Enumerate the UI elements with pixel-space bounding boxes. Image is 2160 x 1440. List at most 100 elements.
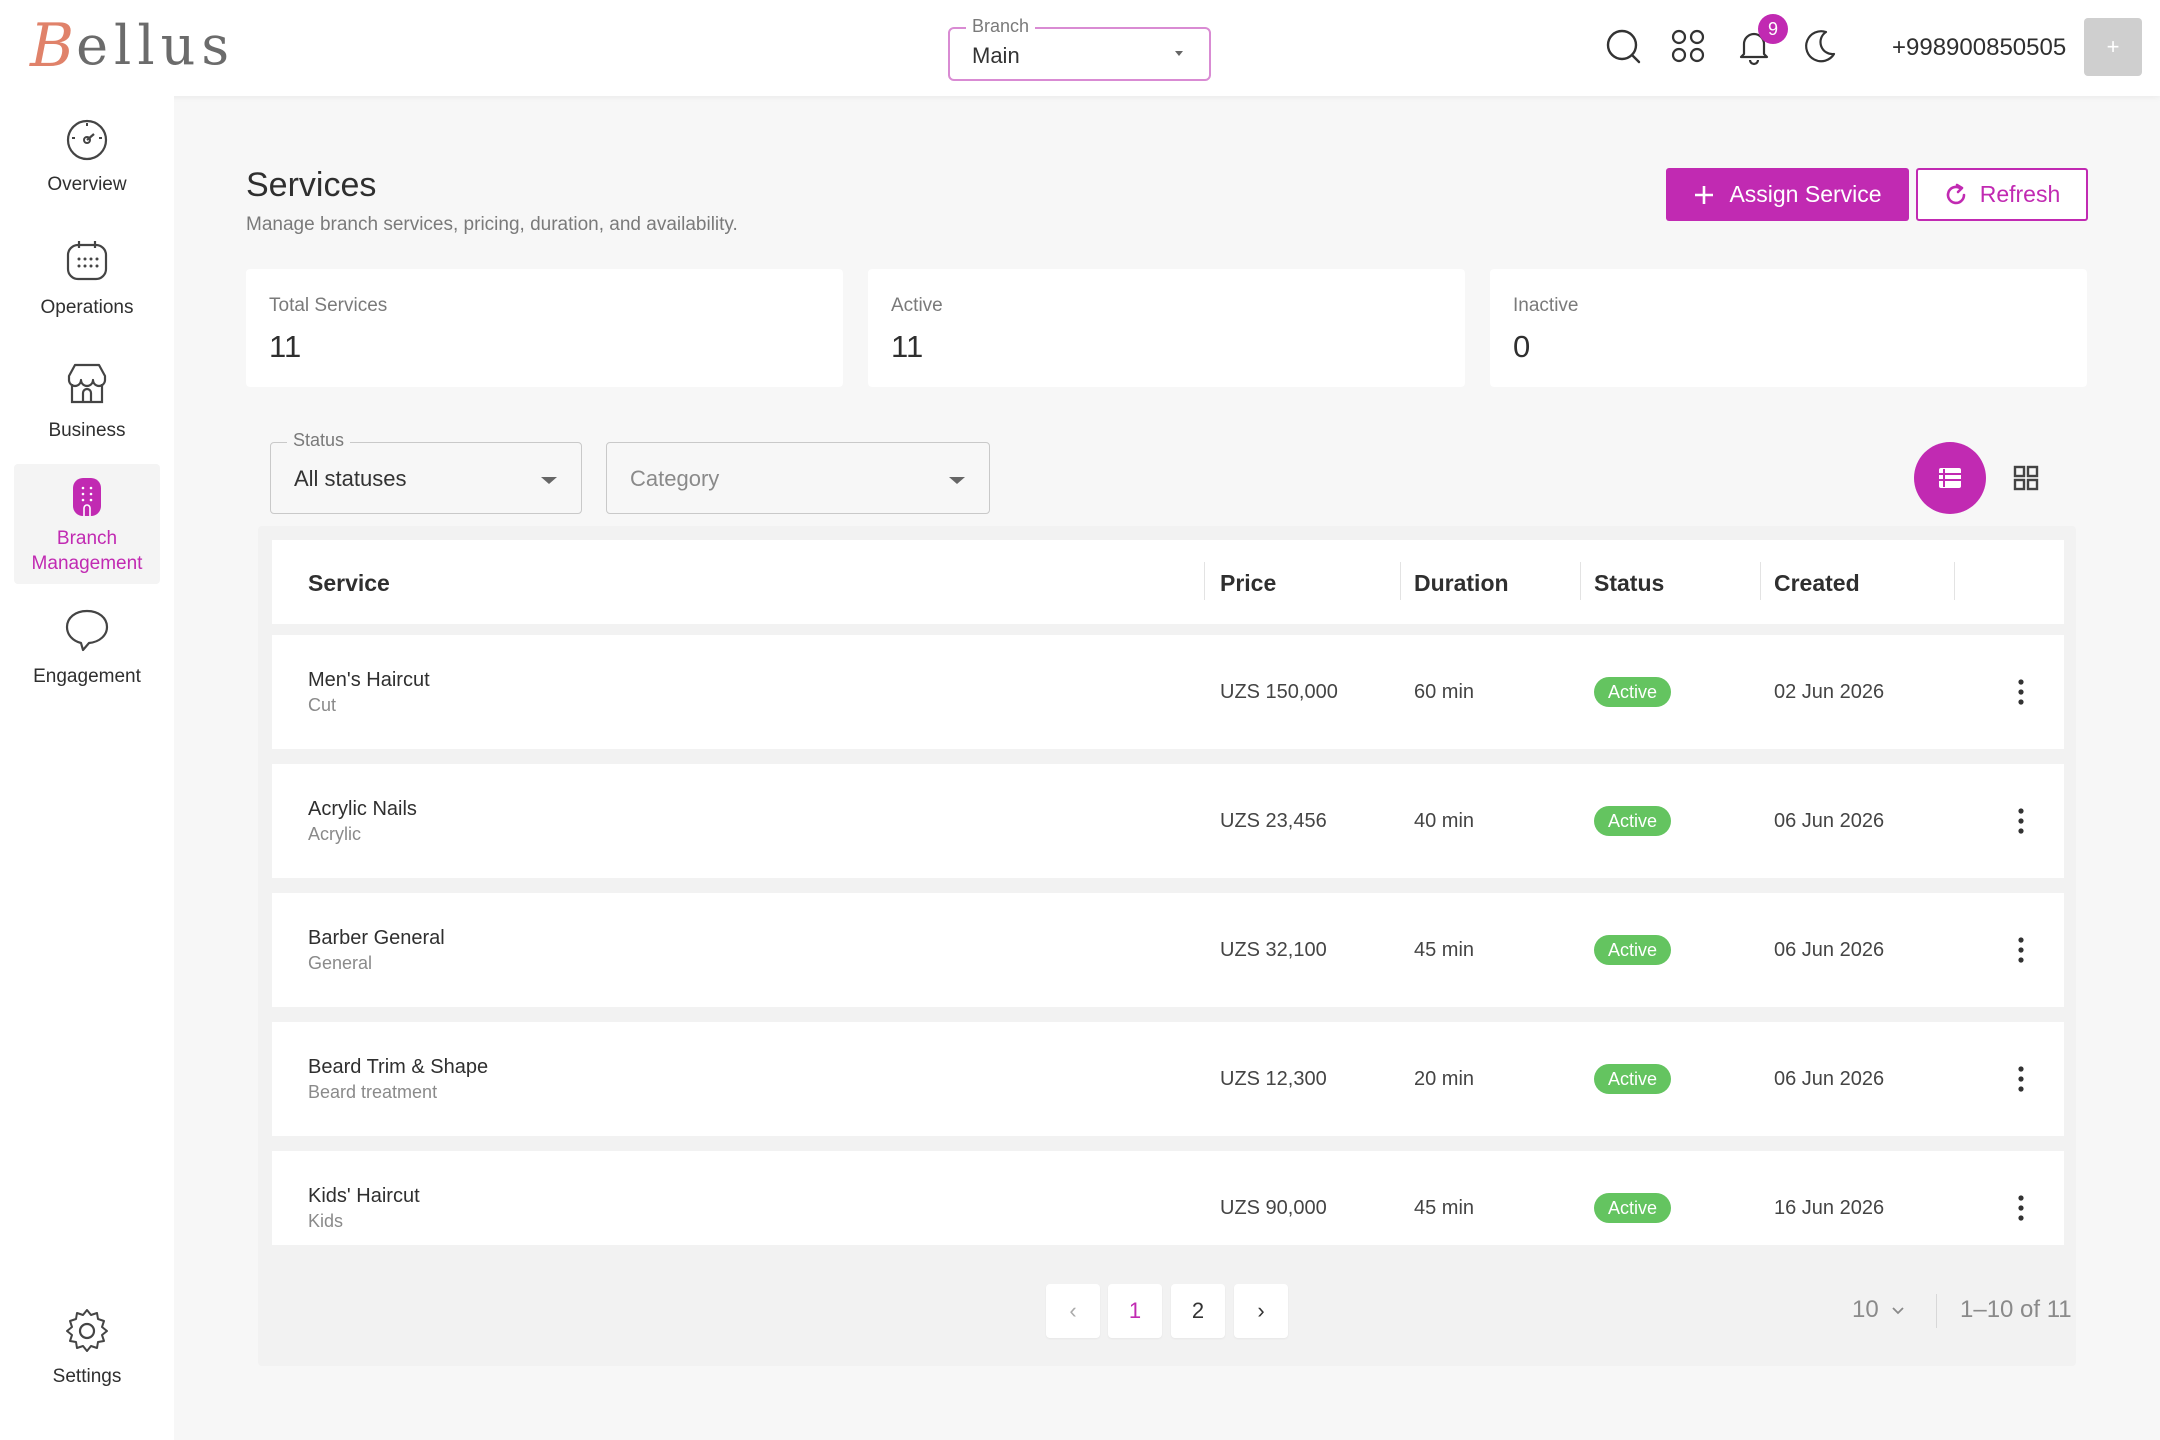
service-duration: 20 min xyxy=(1414,1068,1475,1090)
service-created-date: 06 Jun 2026 xyxy=(1774,810,1885,832)
refresh-label: Refresh xyxy=(1979,181,2061,207)
kebab-menu-icon[interactable] xyxy=(2014,931,2028,969)
service-price: UZS 23,456 xyxy=(1220,810,1327,832)
chevron-down-icon xyxy=(1175,51,1183,56)
sidebar-item-branch-management[interactable]: Branch Management xyxy=(14,464,160,584)
service-price: UZS 32,100 xyxy=(1220,939,1327,961)
stat-value: 0 xyxy=(1513,329,1531,364)
assign-service-button[interactable]: Assign Service xyxy=(1666,168,1909,221)
list-view-toggle[interactable] xyxy=(1914,442,1986,514)
dark-mode-moon-icon[interactable] xyxy=(1800,26,1840,66)
stat-card-active: Active 11 xyxy=(868,269,1465,387)
table-row[interactable]: Acrylic Nails Acrylic UZS 23,456 40 min … xyxy=(272,764,2064,878)
plus-icon xyxy=(1695,185,1714,204)
sidebar-item-overview[interactable]: Overview xyxy=(14,114,160,214)
sidebar-item-label: Business xyxy=(48,420,126,441)
chat-bubble-icon xyxy=(65,609,109,652)
rows-per-page-select[interactable]: 10 xyxy=(1852,1296,1905,1324)
user-phone[interactable]: +998900850505 xyxy=(1892,34,2066,62)
storefront-icon xyxy=(67,363,107,404)
stat-card-inactive: Inactive 0 xyxy=(1490,269,2087,387)
table-header: Service Price Duration Status Created xyxy=(272,540,2064,624)
sidebar-item-operations[interactable]: Operations xyxy=(14,237,160,337)
table-row[interactable]: Kids' Haircut Kids UZS 90,000 45 min Act… xyxy=(272,1151,2064,1245)
stat-label: Inactive xyxy=(1513,295,1579,316)
refresh-button[interactable]: Refresh xyxy=(1916,168,2088,221)
sidebar-item-label: Overview xyxy=(47,174,127,195)
service-category: Acrylic xyxy=(308,824,361,844)
page-title: Services xyxy=(246,166,377,204)
sidebar: Overview Operations Business Branch Mana… xyxy=(0,96,174,1440)
sidebar-item-settings[interactable]: Settings xyxy=(14,1306,160,1406)
speedometer-icon xyxy=(66,119,108,161)
sidebar-item-business[interactable]: Business xyxy=(14,360,160,460)
branch-icon xyxy=(73,478,101,516)
list-view-icon xyxy=(1939,468,1961,488)
pagination-divider xyxy=(1936,1294,1937,1328)
column-divider xyxy=(1580,562,1581,600)
service-category: Kids xyxy=(308,1211,344,1231)
status-filter-select[interactable]: Status All statuses xyxy=(270,430,582,514)
service-created-date: 16 Jun 2026 xyxy=(1774,1197,1885,1219)
logo-initial: B xyxy=(30,11,75,81)
kebab-menu-icon[interactable] xyxy=(2014,1189,2028,1227)
bellus-logo[interactable]: B ellus xyxy=(30,16,235,76)
stat-label: Total Services xyxy=(269,295,388,316)
kebab-menu-icon[interactable] xyxy=(2014,1060,2028,1098)
status-badge: Active xyxy=(1594,1193,1672,1223)
column-divider xyxy=(1760,562,1761,600)
service-price: UZS 90,000 xyxy=(1220,1197,1327,1219)
service-duration: 60 min xyxy=(1414,681,1475,703)
stat-card-total: Total Services 11 xyxy=(246,269,843,387)
category-filter-select[interactable]: Category xyxy=(606,442,990,514)
chevron-down-icon xyxy=(1892,1307,1905,1314)
page-button-1[interactable]: 1 xyxy=(1108,1284,1162,1338)
column-divider xyxy=(1954,562,1955,600)
next-page-button[interactable]: › xyxy=(1234,1284,1288,1338)
service-duration: 40 min xyxy=(1414,810,1475,832)
refresh-icon xyxy=(1946,183,1966,204)
column-header-duration[interactable]: Duration xyxy=(1414,570,1509,597)
kebab-menu-icon[interactable] xyxy=(2014,673,2028,711)
status-filter-value: All statuses xyxy=(294,466,407,491)
branch-select-label: Branch xyxy=(966,16,1036,37)
sidebar-item-label-line1: Branch xyxy=(56,528,118,549)
service-price: UZS 12,300 xyxy=(1220,1068,1327,1090)
grid-view-toggle[interactable] xyxy=(1998,450,2054,506)
page-subtitle: Manage branch services, pricing, duratio… xyxy=(246,214,738,235)
table-row[interactable]: Beard Trim & Shape Beard treatment UZS 1… xyxy=(272,1022,2064,1136)
caret-down-icon xyxy=(949,477,965,484)
category-filter-placeholder: Category xyxy=(630,466,720,491)
column-header-service[interactable]: Service xyxy=(308,570,390,597)
sidebar-item-label-line2: Management xyxy=(31,553,143,574)
logo-text: ellus xyxy=(76,14,236,77)
service-name: Barber General xyxy=(308,927,445,949)
sidebar-item-label: Engagement xyxy=(33,666,141,687)
search-icon[interactable] xyxy=(1603,26,1643,66)
pagination-range: 1–10 of 11 xyxy=(1960,1296,2072,1323)
kebab-menu-icon[interactable] xyxy=(2014,802,2028,840)
status-badge: Active xyxy=(1594,806,1672,836)
avatar[interactable]: + xyxy=(2084,18,2142,76)
table-row[interactable]: Men's Haircut Cut UZS 150,000 60 min Act… xyxy=(272,635,2064,749)
prev-page-button[interactable]: ‹ xyxy=(1046,1284,1100,1338)
grid-view-icon xyxy=(2013,465,2039,491)
status-filter-label: Status xyxy=(287,430,351,451)
sidebar-item-engagement[interactable]: Engagement xyxy=(14,606,160,706)
service-name: Beard Trim & Shape xyxy=(308,1056,489,1078)
column-header-status[interactable]: Status xyxy=(1594,570,1664,597)
table-row[interactable]: Barber General General UZS 32,100 45 min… xyxy=(272,893,2064,1007)
sidebar-item-label: Operations xyxy=(40,297,134,318)
stat-value: 11 xyxy=(269,329,302,364)
apps-grid-icon[interactable] xyxy=(1668,26,1708,66)
column-header-price[interactable]: Price xyxy=(1220,570,1276,597)
status-badge: Active xyxy=(1594,1064,1672,1094)
service-duration: 45 min xyxy=(1414,1197,1475,1219)
page-button-2[interactable]: 2 xyxy=(1171,1284,1225,1338)
service-price: UZS 150,000 xyxy=(1220,681,1338,703)
status-badge: Active xyxy=(1594,677,1672,707)
service-category: General xyxy=(308,953,373,973)
branch-select[interactable]: Branch Main xyxy=(948,16,1211,81)
column-header-created[interactable]: Created xyxy=(1774,570,1860,597)
top-bar: B ellus Branch Main 9 +998900850505 + xyxy=(0,0,2160,96)
